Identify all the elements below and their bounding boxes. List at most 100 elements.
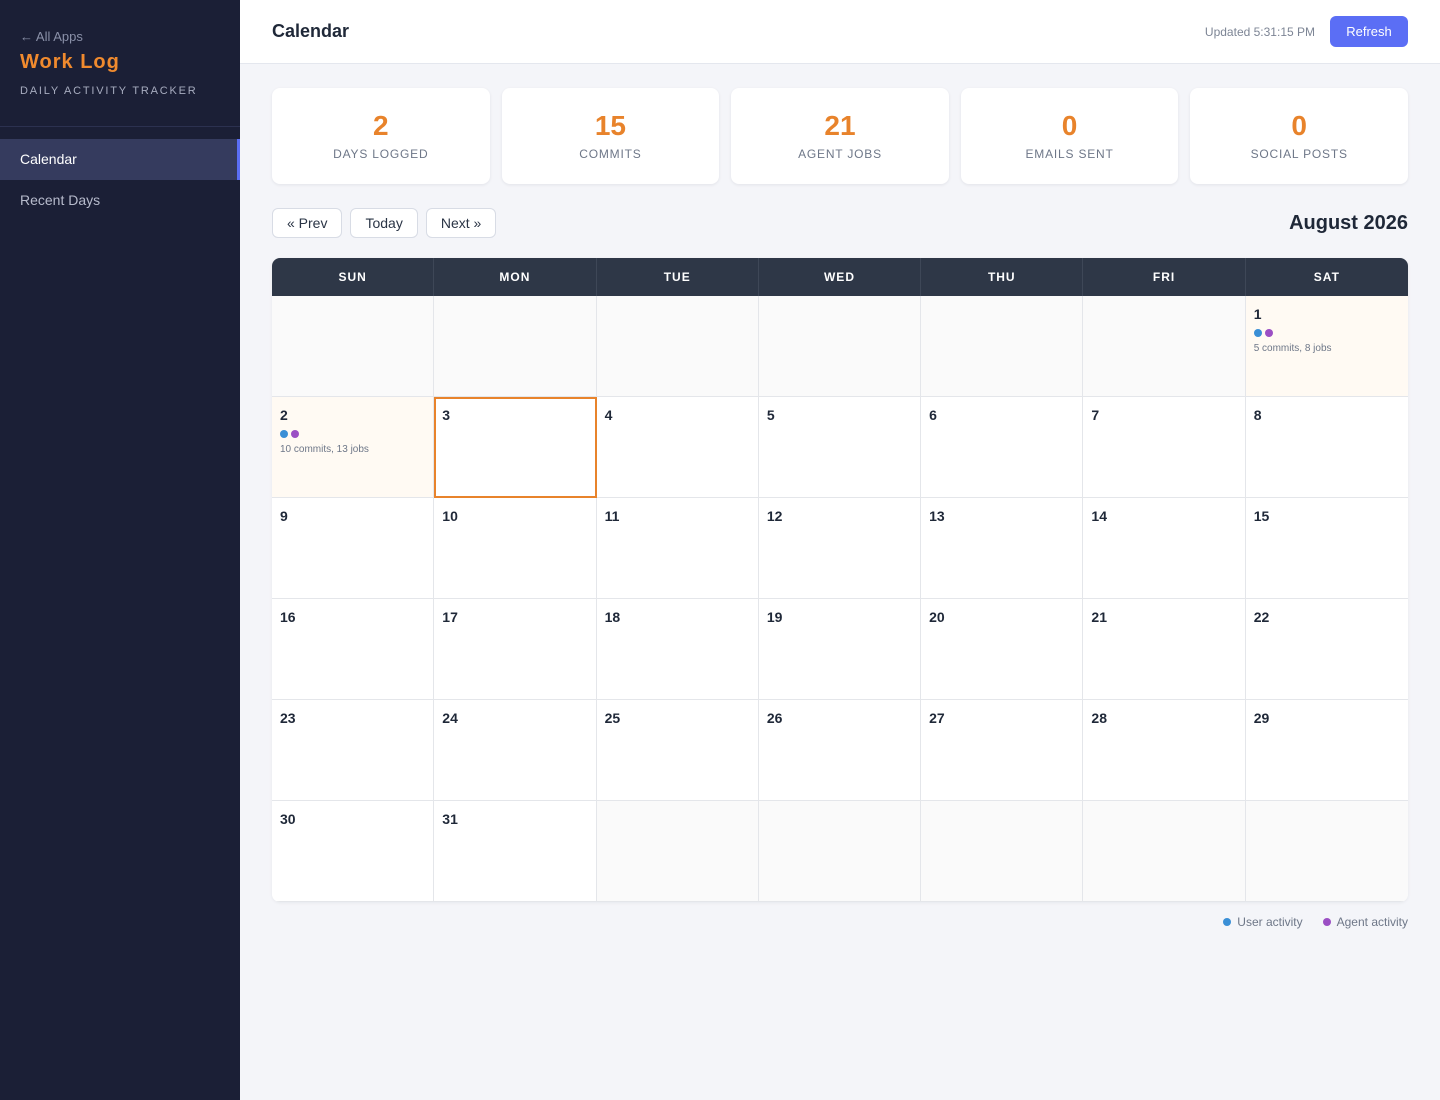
calendar-day-cell[interactable]: 9 [272,498,435,599]
page-title: Calendar [272,21,350,41]
day-number: 31 [442,811,458,827]
refresh-button[interactable]: Refresh [1330,16,1408,47]
stats-row: 2 DAYS LOGGED 15 COMMITS 21 AGENT JOBS 0… [272,88,1408,184]
day-number: 26 [766,710,783,726]
prev-month-button[interactable]: « Prev [272,208,343,238]
calendar-empty-cell [921,296,1084,397]
calendar-day-cell[interactable]: 19 [758,599,922,700]
stat-value: 2 [373,110,389,141]
today-button[interactable]: Today [350,208,418,238]
calendar-empty-cell [272,296,435,397]
legend: User activity Agent activity [1223,915,1408,929]
stat-value: 0 [1061,110,1078,141]
stat-value: 21 [824,110,856,141]
all-apps-link[interactable]: ← All Apps [20,29,83,44]
day-summary: 5 commits, 8 jobs [1253,343,1332,354]
day-number: 25 [604,710,621,726]
sidebar-divider [0,126,240,127]
activity-dots [280,430,425,440]
calendar-day-cell[interactable]: 2 10 commits, 13 jobs [272,397,435,498]
calendar-empty-cell [434,296,597,397]
weekday-label: WED [759,258,922,296]
stat-value: 0 [1291,110,1307,141]
calendar-empty-cell [596,801,759,902]
calendar-empty-cell [596,296,759,397]
day-number: 30 [280,811,296,827]
calendar-day-cell[interactable]: 3 [434,397,597,498]
calendar-day-cell[interactable]: 14 [1083,498,1246,599]
legend-agent-label: Agent activity [1336,915,1408,929]
day-number: 8 [1253,407,1262,423]
calendar-day-cell[interactable]: 21 [1083,599,1246,700]
calendar-day-cell[interactable]: 11 [596,498,759,599]
calendar-day-cell[interactable]: 17 [434,599,597,700]
day-number: 10 [442,508,458,524]
calendar-day-cell[interactable]: 7 [1083,397,1246,498]
calendar-day-cell[interactable]: 24 [434,700,597,801]
day-number: 28 [1091,710,1107,726]
day-number: 29 [1253,710,1270,726]
day-number: 1 [1253,306,1262,322]
stat-social-posts: 0 SOCIAL POSTS [1190,88,1408,184]
next-month-button[interactable]: Next » [425,208,497,238]
calendar-day-cell[interactable]: 26 [758,700,922,801]
top-bar: Calendar Updated 5:31:15 PM Refresh [240,0,1440,64]
legend-user-label: User activity [1237,915,1303,929]
sidebar: ← All Apps Work Log DAILY ACTIVITY TRACK… [0,0,240,1100]
day-number: 18 [604,609,621,625]
weekday-label: FRI [1083,258,1246,296]
calendar: SUN MON TUE WED THU FRI SAT 1 5 commits, … [272,258,1408,902]
day-number: 2 [280,407,288,423]
calendar-day-cell[interactable]: 29 [1245,700,1408,801]
sidebar-item-recent-days[interactable]: Recent Days [0,180,240,221]
calendar-empty-cell [1083,296,1246,397]
day-number: 14 [1091,508,1107,524]
calendar-grid: 1 5 commits, 8 jobs 2 10 commits, 13 jobs 3 4… [272,296,1408,902]
calendar-day-cell[interactable]: 22 [1245,599,1408,700]
agent-activity-dot-icon [291,430,299,438]
day-summary: 10 commits, 13 jobs [280,444,369,455]
weekday-label: SAT [1313,270,1340,284]
stat-label: AGENT JOBS [798,147,882,161]
sidebar-item-calendar[interactable]: Calendar [0,139,240,180]
agent-activity-dot-icon [1264,329,1273,337]
calendar-day-cell[interactable]: 12 [758,498,922,599]
day-number: 13 [929,508,945,524]
stat-label: SOCIAL POSTS [1250,147,1348,161]
day-number: 4 [604,407,613,423]
calendar-day-cell[interactable]: 1 5 commits, 8 jobs [1245,296,1408,397]
day-number: 15 [1253,508,1270,524]
calendar-day-cell[interactable]: 10 [434,498,597,599]
calendar-day-cell[interactable]: 28 [1083,700,1246,801]
updated-timestamp: Updated 5:31:15 PM [1204,25,1315,39]
weekday-label: THU [921,258,1084,296]
calendar-day-cell[interactable]: 16 [272,599,435,700]
day-number: 12 [766,508,783,524]
calendar-day-cell[interactable]: 5 [758,397,922,498]
calendar-day-cell[interactable]: 15 [1245,498,1408,599]
day-number: 16 [280,609,296,625]
calendar-day-cell[interactable]: 30 [272,801,435,902]
day-number: 3 [442,407,451,423]
calendar-day-cell[interactable]: 31 [434,801,597,902]
user-activity-dot-icon [1223,918,1232,926]
calendar-empty-cell [1083,801,1246,902]
sidebar-nav: Calendar Recent Days [0,139,240,221]
calendar-empty-cell [1245,801,1408,902]
calendar-day-cell[interactable]: 13 [921,498,1084,599]
user-activity-dot-icon [280,430,288,438]
stat-agent-jobs: 21 AGENT JOBS [731,88,949,184]
calendar-day-cell[interactable]: 23 [272,700,435,801]
calendar-day-cell[interactable]: 20 [921,599,1084,700]
legend-agent: Agent activity [1322,915,1408,929]
calendar-day-cell[interactable]: 6 [921,397,1084,498]
calendar-day-cell[interactable]: 25 [596,700,759,801]
calendar-nav-buttons: « Prev Today Next » [272,208,497,238]
stat-label: DAYS LOGGED [333,147,429,161]
day-number: 11 [604,508,620,524]
calendar-day-cell[interactable]: 4 [596,397,759,498]
calendar-day-cell[interactable]: 18 [596,599,759,700]
day-number: 19 [766,609,783,625]
calendar-day-cell[interactable]: 8 [1245,397,1408,498]
calendar-day-cell[interactable]: 27 [921,700,1084,801]
